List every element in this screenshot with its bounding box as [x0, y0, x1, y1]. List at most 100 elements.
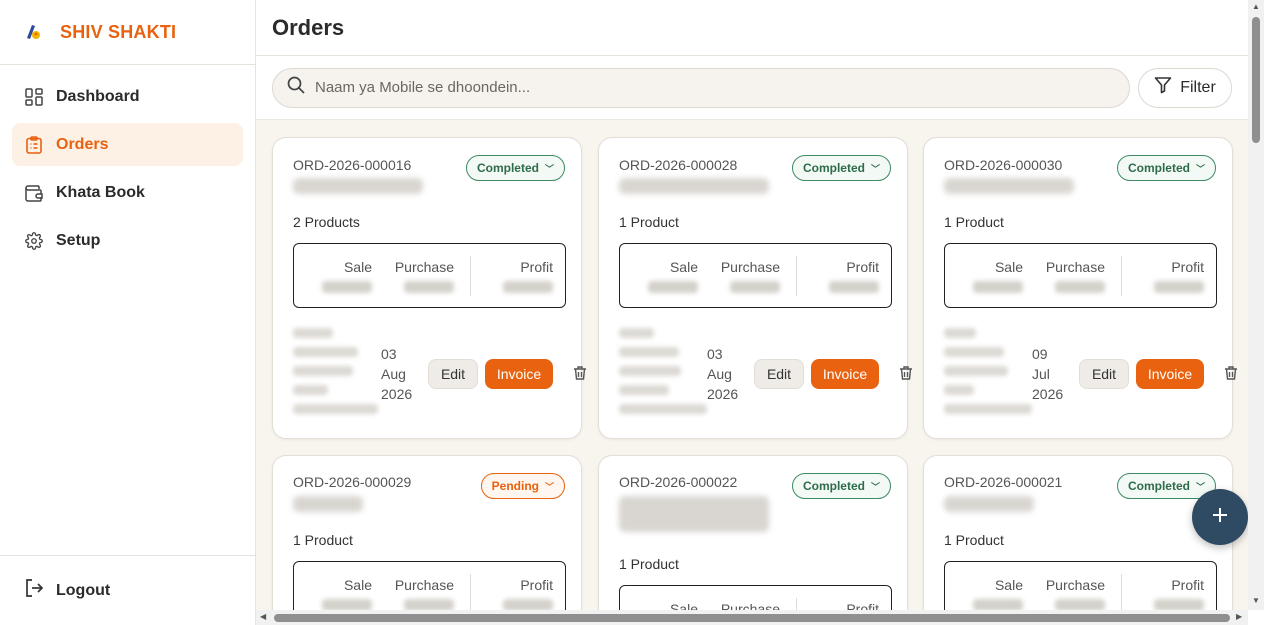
order-date: 03 Aug 2026 [381, 346, 413, 402]
search-icon [287, 76, 305, 99]
status-badge[interactable]: Pending ﹀ [480, 473, 565, 499]
status-label: Completed [476, 161, 539, 175]
logout-button[interactable]: Logout [0, 555, 255, 625]
divider [470, 256, 471, 296]
status-badge[interactable]: Completed ﹀ [1116, 155, 1216, 181]
profit-stat: Profit [829, 259, 879, 293]
horizontal-scrollbar[interactable]: ◀ ▶ [256, 610, 1248, 625]
profit-value [1154, 599, 1204, 610]
sale-value [973, 599, 1023, 610]
sale-label: Sale [343, 577, 372, 593]
product-count: 2 Products [293, 214, 360, 230]
scroll-down-icon[interactable]: ▼ [1252, 596, 1260, 605]
scrollbar-thumb[interactable] [274, 614, 1230, 622]
status-badge[interactable]: Completed ﹀ [791, 155, 891, 181]
sidebar-item-label: Dashboard [56, 87, 140, 105]
profit-value [829, 281, 879, 293]
product-count: 1 Product [293, 532, 353, 548]
totals-box: Sale Purchase Profit [944, 561, 1217, 610]
scroll-right-icon[interactable]: ▶ [1236, 612, 1242, 621]
chevron-down-icon: ﹀ [544, 481, 554, 492]
profit-label: Profit [520, 259, 553, 275]
sale-value [648, 281, 698, 293]
chevron-down-icon: ﹀ [870, 163, 880, 174]
sale-stat: Sale [322, 259, 372, 293]
customer-name [944, 178, 1074, 194]
search-row: Filter [256, 56, 1248, 120]
order-card[interactable]: ORD-2026-000022 Completed ﹀ 1 Product Sal… [598, 455, 908, 610]
trash-icon[interactable] [1222, 364, 1240, 382]
sidebar-item-label: Khata Book [56, 183, 145, 201]
profit-stat: Profit [503, 577, 553, 610]
filter-icon [1154, 76, 1172, 99]
filter-button[interactable]: Filter [1138, 67, 1232, 108]
sale-label: Sale [669, 601, 698, 610]
customer-address [944, 328, 1032, 418]
profit-label: Profit [1171, 577, 1204, 593]
search-box[interactable] [272, 67, 1130, 108]
sidebar-item-setup[interactable]: Setup [12, 219, 243, 262]
divider [1121, 574, 1122, 610]
status-label: Completed [802, 479, 865, 493]
totals-box: Sale Purchase Profit [944, 243, 1217, 308]
add-order-button[interactable] [1192, 489, 1248, 545]
status-label: Pending [491, 479, 539, 493]
edit-button[interactable]: Edit [1079, 359, 1129, 389]
order-card[interactable]: ORD-2026-000021 Completed ﹀ 1 Product Sal… [923, 455, 1233, 610]
sidebar-item-dashboard[interactable]: Dashboard [12, 75, 243, 118]
profit-stat: Profit [1154, 577, 1204, 610]
edit-button[interactable]: Edit [754, 359, 804, 389]
status-label: Completed [1127, 479, 1190, 493]
purchase-stat: Purchase [1046, 259, 1105, 293]
sidebar-nav: Dashboard Orders Khata Book Setup [0, 65, 255, 277]
sale-stat: Sale [648, 259, 698, 293]
profit-value [503, 599, 553, 610]
product-count: 1 Product [944, 214, 1004, 230]
edit-button[interactable]: Edit [428, 359, 478, 389]
invoice-button[interactable]: Invoice [811, 359, 879, 389]
order-id: ORD-2026-000016 [293, 157, 412, 173]
order-id: ORD-2026-000030 [944, 157, 1063, 173]
customer-name [293, 178, 423, 194]
order-card[interactable]: ORD-2026-000029 Pending ﹀ 1 Product Sale … [272, 455, 582, 610]
chevron-down-icon: ﹀ [1195, 481, 1205, 492]
vertical-scrollbar[interactable]: ▲ ▼ [1248, 0, 1264, 610]
order-card[interactable]: ORD-2026-000028 Completed ﹀ 1 Product Sal… [598, 137, 912, 439]
scrollbar-thumb[interactable] [1252, 17, 1260, 143]
sale-value [322, 281, 372, 293]
order-date: 03 Aug 2026 [707, 346, 739, 402]
purchase-value [1055, 281, 1105, 293]
invoice-button[interactable]: Invoice [1136, 359, 1204, 389]
status-label: Completed [802, 161, 865, 175]
order-card[interactable]: ORD-2026-000030 Completed ﹀ 1 Product Sal… [923, 137, 1237, 439]
purchase-value [404, 599, 454, 610]
invoice-button[interactable]: Invoice [485, 359, 553, 389]
sale-stat: Sale [648, 601, 698, 610]
page-title: Orders [272, 14, 345, 40]
order-date: 09 Jul 2026 [1032, 346, 1064, 402]
divider [796, 256, 797, 296]
sidebar-item-orders[interactable]: Orders [12, 123, 243, 166]
totals-box: Sale Purchase Profit [293, 243, 566, 308]
purchase-label: Purchase [394, 577, 454, 593]
purchase-label: Purchase [720, 259, 780, 275]
status-badge[interactable]: Completed ﹀ [791, 473, 891, 499]
sidebar-item-khata-book[interactable]: Khata Book [12, 171, 243, 214]
trash-icon[interactable] [897, 364, 915, 382]
customer-name [944, 496, 1034, 512]
status-badge[interactable]: Completed ﹀ [465, 155, 565, 181]
scroll-up-icon[interactable]: ▲ [1252, 2, 1260, 11]
sale-stat: Sale [322, 577, 372, 610]
purchase-label: Purchase [1045, 259, 1105, 275]
purchase-value [404, 281, 454, 293]
order-id: ORD-2026-000022 [619, 474, 738, 490]
purchase-stat: Purchase [395, 259, 454, 293]
purchase-label: Purchase [720, 601, 780, 610]
scroll-left-icon[interactable]: ◀ [260, 612, 266, 621]
trash-icon[interactable] [571, 364, 589, 382]
order-id: ORD-2026-000028 [619, 157, 738, 173]
order-card[interactable]: ORD-2026-000016 Completed ﹀ 2 Products Sa… [272, 137, 586, 439]
profit-label: Profit [846, 601, 879, 610]
purchase-stat: Purchase [1046, 577, 1105, 610]
search-input[interactable] [315, 79, 1095, 96]
